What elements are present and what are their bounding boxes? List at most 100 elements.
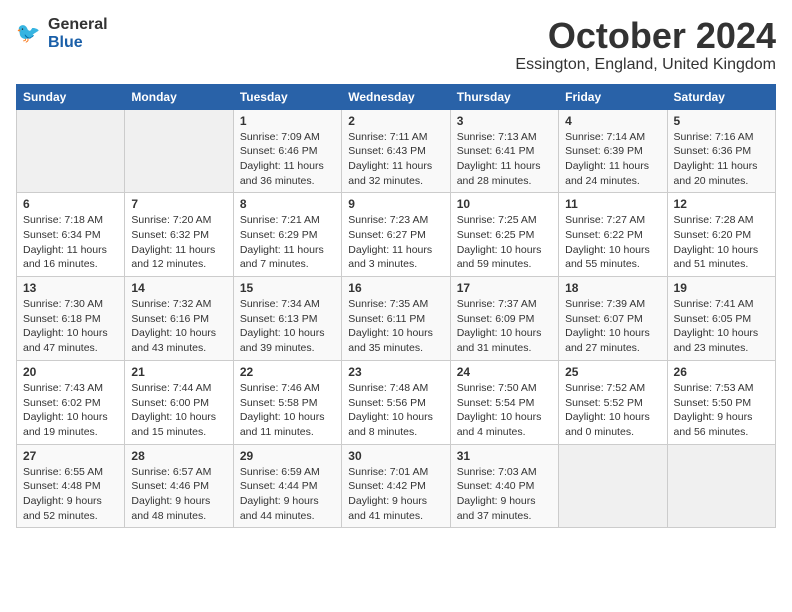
day-info: Sunrise: 7:11 AM Sunset: 6:43 PM Dayligh… — [348, 130, 443, 189]
column-header-thursday: Thursday — [450, 84, 558, 109]
calendar-cell: 18 Sunrise: 7:39 AM Sunset: 6:07 PM Dayli… — [559, 277, 667, 361]
day-number: 6 — [23, 197, 118, 211]
day-info: Sunrise: 6:57 AM Sunset: 4:46 PM Dayligh… — [131, 465, 226, 524]
day-number: 28 — [131, 449, 226, 463]
day-number: 24 — [457, 365, 552, 379]
column-header-sunday: Sunday — [17, 84, 125, 109]
day-info: Sunrise: 7:53 AM Sunset: 5:50 PM Dayligh… — [674, 381, 769, 440]
day-number: 7 — [131, 197, 226, 211]
day-info: Sunrise: 7:14 AM Sunset: 6:39 PM Dayligh… — [565, 130, 660, 189]
calendar-cell: 9 Sunrise: 7:23 AM Sunset: 6:27 PM Daylig… — [342, 193, 450, 277]
day-info: Sunrise: 7:18 AM Sunset: 6:34 PM Dayligh… — [23, 213, 118, 272]
calendar-week-row: 13Sunrise: 7:30 AM Sunset: 6:18 PM Dayli… — [17, 277, 776, 361]
calendar-cell: 14Sunrise: 7:32 AM Sunset: 6:16 PM Dayli… — [125, 277, 233, 361]
calendar-cell: 30 Sunrise: 7:01 AM Sunset: 4:42 PM Dayli… — [342, 444, 450, 528]
day-info: Sunrise: 6:59 AM Sunset: 4:44 PM Dayligh… — [240, 465, 335, 524]
logo-general-text: General — [48, 16, 108, 33]
day-number: 1 — [240, 114, 335, 128]
calendar-cell: 26 Sunrise: 7:53 AM Sunset: 5:50 PM Dayli… — [667, 360, 775, 444]
calendar-cell: 16 Sunrise: 7:35 AM Sunset: 6:11 PM Dayli… — [342, 277, 450, 361]
calendar-week-row: 1 Sunrise: 7:09 AM Sunset: 6:46 PM Daylig… — [17, 109, 776, 193]
day-number: 11 — [565, 197, 660, 211]
day-number: 5 — [674, 114, 769, 128]
day-number: 27 — [23, 449, 118, 463]
calendar-header-row: SundayMondayTuesdayWednesdayThursdayFrid… — [17, 84, 776, 109]
calendar-cell: 27 Sunrise: 6:55 AM Sunset: 4:48 PM Dayli… — [17, 444, 125, 528]
day-info: Sunrise: 7:23 AM Sunset: 6:27 PM Dayligh… — [348, 213, 443, 272]
calendar-cell: 13Sunrise: 7:30 AM Sunset: 6:18 PM Dayli… — [17, 277, 125, 361]
day-number: 10 — [457, 197, 552, 211]
day-number: 9 — [348, 197, 443, 211]
day-info: Sunrise: 7:13 AM Sunset: 6:41 PM Dayligh… — [457, 130, 552, 189]
day-info: Sunrise: 7:41 AM Sunset: 6:05 PM Dayligh… — [674, 297, 769, 356]
day-info: Sunrise: 7:43 AM Sunset: 6:02 PM Dayligh… — [23, 381, 118, 440]
day-info: Sunrise: 7:03 AM Sunset: 4:40 PM Dayligh… — [457, 465, 552, 524]
day-number: 29 — [240, 449, 335, 463]
calendar-cell: 1 Sunrise: 7:09 AM Sunset: 6:46 PM Daylig… — [233, 109, 341, 193]
day-info: Sunrise: 7:16 AM Sunset: 6:36 PM Dayligh… — [674, 130, 769, 189]
month-title: October 2024 — [515, 16, 776, 56]
day-info: Sunrise: 7:44 AM Sunset: 6:00 PM Dayligh… — [131, 381, 226, 440]
day-number: 17 — [457, 281, 552, 295]
day-number: 16 — [348, 281, 443, 295]
day-info: Sunrise: 7:01 AM Sunset: 4:42 PM Dayligh… — [348, 465, 443, 524]
column-header-tuesday: Tuesday — [233, 84, 341, 109]
day-number: 25 — [565, 365, 660, 379]
day-info: Sunrise: 7:50 AM Sunset: 5:54 PM Dayligh… — [457, 381, 552, 440]
day-info: Sunrise: 7:21 AM Sunset: 6:29 PM Dayligh… — [240, 213, 335, 272]
logo-bird-icon: 🐦 — [16, 20, 44, 48]
day-number: 26 — [674, 365, 769, 379]
day-info: Sunrise: 7:48 AM Sunset: 5:56 PM Dayligh… — [348, 381, 443, 440]
calendar-cell: 4 Sunrise: 7:14 AM Sunset: 6:39 PM Daylig… — [559, 109, 667, 193]
day-number: 15 — [240, 281, 335, 295]
day-info: Sunrise: 7:35 AM Sunset: 6:11 PM Dayligh… — [348, 297, 443, 356]
calendar-cell: 3 Sunrise: 7:13 AM Sunset: 6:41 PM Daylig… — [450, 109, 558, 193]
page-header: 🐦 General Blue October 2024 Essington, E… — [16, 16, 776, 74]
calendar-cell: 15 Sunrise: 7:34 AM Sunset: 6:13 PM Dayli… — [233, 277, 341, 361]
calendar-cell: 21Sunrise: 7:44 AM Sunset: 6:00 PM Dayli… — [125, 360, 233, 444]
day-number: 4 — [565, 114, 660, 128]
calendar-week-row: 20Sunrise: 7:43 AM Sunset: 6:02 PM Dayli… — [17, 360, 776, 444]
day-info: Sunrise: 6:55 AM Sunset: 4:48 PM Dayligh… — [23, 465, 118, 524]
logo-blue-text: Blue — [48, 34, 83, 51]
calendar-week-row: 27 Sunrise: 6:55 AM Sunset: 4:48 PM Dayli… — [17, 444, 776, 528]
calendar-cell: 22Sunrise: 7:46 AM Sunset: 5:58 PM Dayli… — [233, 360, 341, 444]
calendar-cell — [125, 109, 233, 193]
column-header-wednesday: Wednesday — [342, 84, 450, 109]
calendar-cell — [559, 444, 667, 528]
day-info: Sunrise: 7:39 AM Sunset: 6:07 PM Dayligh… — [565, 297, 660, 356]
calendar-cell: 12Sunrise: 7:28 AM Sunset: 6:20 PM Dayli… — [667, 193, 775, 277]
calendar-cell: 29 Sunrise: 6:59 AM Sunset: 4:44 PM Dayli… — [233, 444, 341, 528]
day-info: Sunrise: 7:27 AM Sunset: 6:22 PM Dayligh… — [565, 213, 660, 272]
calendar-cell: 24 Sunrise: 7:50 AM Sunset: 5:54 PM Dayli… — [450, 360, 558, 444]
column-header-saturday: Saturday — [667, 84, 775, 109]
calendar-cell: 19 Sunrise: 7:41 AM Sunset: 6:05 PM Dayli… — [667, 277, 775, 361]
day-number: 3 — [457, 114, 552, 128]
day-info: Sunrise: 7:34 AM Sunset: 6:13 PM Dayligh… — [240, 297, 335, 356]
day-number: 18 — [565, 281, 660, 295]
calendar-cell: 8Sunrise: 7:21 AM Sunset: 6:29 PM Daylig… — [233, 193, 341, 277]
calendar-cell: 20Sunrise: 7:43 AM Sunset: 6:02 PM Dayli… — [17, 360, 125, 444]
day-number: 23 — [348, 365, 443, 379]
title-block: October 2024 Essington, England, United … — [515, 16, 776, 74]
calendar-cell: 17 Sunrise: 7:37 AM Sunset: 6:09 PM Dayli… — [450, 277, 558, 361]
day-info: Sunrise: 7:25 AM Sunset: 6:25 PM Dayligh… — [457, 213, 552, 272]
day-number: 31 — [457, 449, 552, 463]
day-number: 30 — [348, 449, 443, 463]
day-number: 19 — [674, 281, 769, 295]
day-number: 2 — [348, 114, 443, 128]
day-number: 14 — [131, 281, 226, 295]
calendar-cell — [667, 444, 775, 528]
day-info: Sunrise: 7:28 AM Sunset: 6:20 PM Dayligh… — [674, 213, 769, 272]
day-info: Sunrise: 7:37 AM Sunset: 6:09 PM Dayligh… — [457, 297, 552, 356]
calendar-cell: 6 Sunrise: 7:18 AM Sunset: 6:34 PM Daylig… — [17, 193, 125, 277]
logo: 🐦 General Blue — [16, 16, 108, 51]
calendar-cell: 11 Sunrise: 7:27 AM Sunset: 6:22 PM Dayli… — [559, 193, 667, 277]
calendar-cell: 10 Sunrise: 7:25 AM Sunset: 6:25 PM Dayli… — [450, 193, 558, 277]
day-info: Sunrise: 7:09 AM Sunset: 6:46 PM Dayligh… — [240, 130, 335, 189]
calendar-week-row: 6 Sunrise: 7:18 AM Sunset: 6:34 PM Daylig… — [17, 193, 776, 277]
calendar-cell: 31 Sunrise: 7:03 AM Sunset: 4:40 PM Dayli… — [450, 444, 558, 528]
calendar-cell: 7Sunrise: 7:20 AM Sunset: 6:32 PM Daylig… — [125, 193, 233, 277]
calendar-cell: 25Sunrise: 7:52 AM Sunset: 5:52 PM Dayli… — [559, 360, 667, 444]
calendar-cell: 2 Sunrise: 7:11 AM Sunset: 6:43 PM Daylig… — [342, 109, 450, 193]
